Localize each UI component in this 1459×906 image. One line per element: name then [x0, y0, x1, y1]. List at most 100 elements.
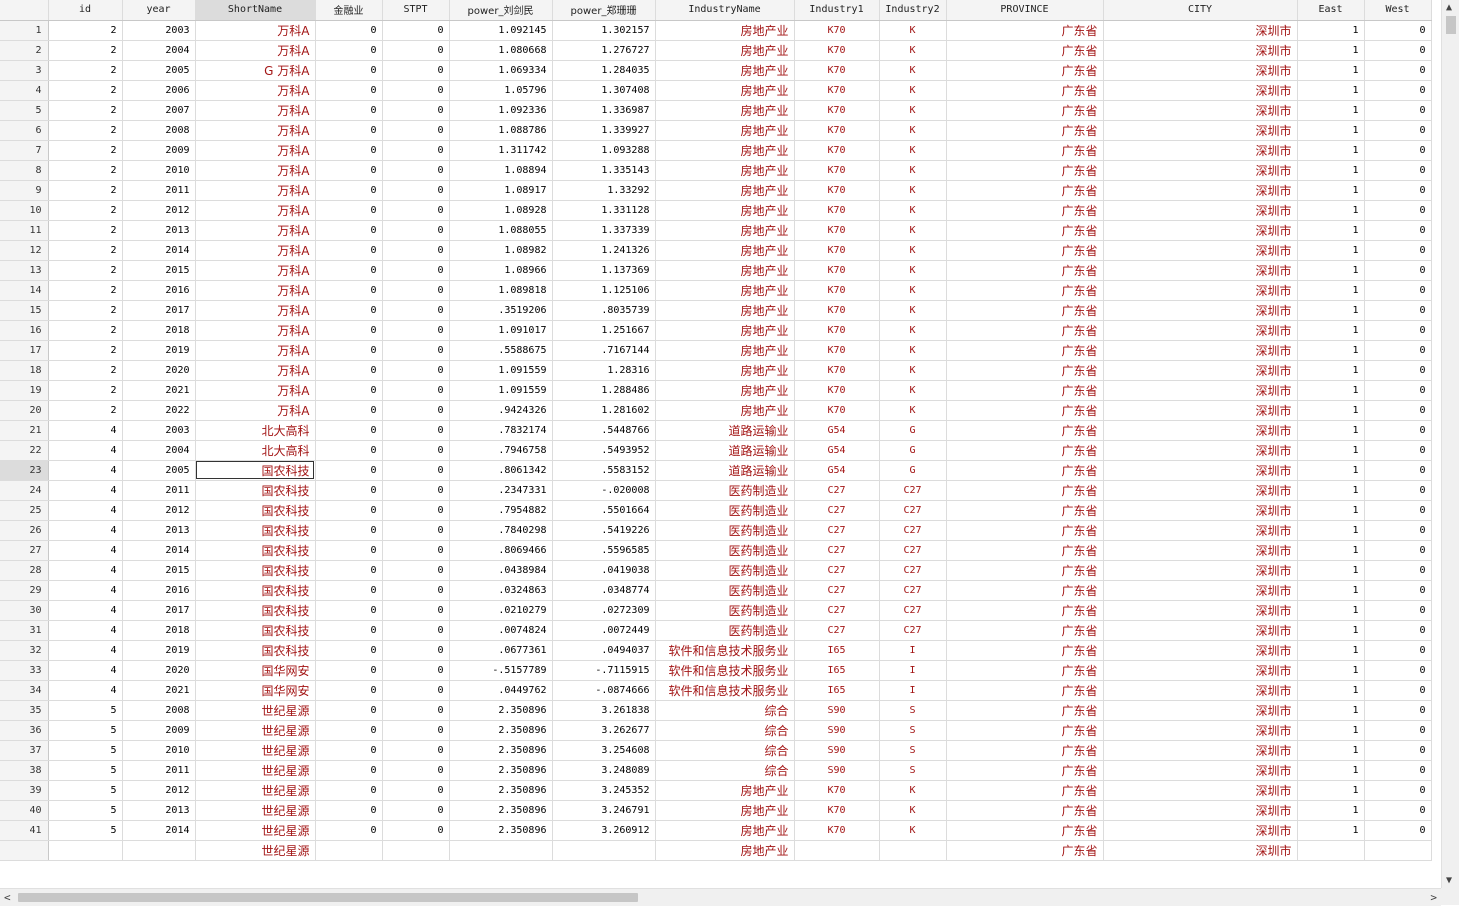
cell-Industry1[interactable]: K70: [794, 280, 880, 301]
cell-IndustryName[interactable]: 医药制造业: [655, 540, 795, 561]
cell-ShortName[interactable]: 世纪星源: [195, 780, 316, 801]
cell-East[interactable]: 1: [1297, 260, 1365, 281]
row-number[interactable]: 37: [0, 740, 49, 761]
cell-CITY[interactable]: 深圳市: [1103, 800, 1298, 821]
cell-id[interactable]: 4: [48, 440, 123, 461]
cell-year[interactable]: 2014: [122, 240, 196, 261]
cell-p1[interactable]: .3519206: [449, 300, 553, 321]
column-header-jry[interactable]: 金融业: [315, 0, 383, 21]
cell-STPT[interactable]: 0: [382, 440, 450, 461]
cell-ShortName[interactable]: 世纪星源: [195, 700, 316, 721]
cell-Industry2[interactable]: C27: [879, 600, 947, 621]
cell-East[interactable]: 1: [1297, 560, 1365, 581]
cell-CITY[interactable]: 深圳市: [1103, 700, 1298, 721]
cell-p1[interactable]: .8069466: [449, 540, 553, 561]
row-number[interactable]: 22: [0, 440, 49, 461]
cell-p2[interactable]: 1.335143: [552, 160, 656, 181]
cell-p1[interactable]: 2.350896: [449, 760, 553, 781]
cell-West[interactable]: 0: [1364, 40, 1432, 61]
cell-p2[interactable]: .0348774: [552, 580, 656, 601]
cell-p2[interactable]: 1.28316: [552, 360, 656, 381]
cell-p2[interactable]: 3.254608: [552, 740, 656, 761]
cell-Industry1[interactable]: I65: [794, 680, 880, 701]
cell-jry[interactable]: 0: [315, 580, 383, 601]
cell-IndustryName[interactable]: 医药制造业: [655, 560, 795, 581]
cell-year[interactable]: 2004: [122, 440, 196, 461]
cell-CITY[interactable]: 深圳市: [1103, 740, 1298, 761]
column-header-East[interactable]: East: [1297, 0, 1365, 21]
cell-p2[interactable]: [552, 840, 656, 861]
cell-Industry2[interactable]: K: [879, 300, 947, 321]
column-header-Industry2[interactable]: Industry2: [879, 0, 947, 21]
cell-Industry1[interactable]: K70: [794, 200, 880, 221]
cell-East[interactable]: 1: [1297, 240, 1365, 261]
cell-STPT[interactable]: 0: [382, 800, 450, 821]
cell-West[interactable]: 0: [1364, 360, 1432, 381]
cell-jry[interactable]: 0: [315, 820, 383, 841]
cell-p1[interactable]: 1.091559: [449, 380, 553, 401]
cell-year[interactable]: 2017: [122, 300, 196, 321]
cell-year[interactable]: 2016: [122, 280, 196, 301]
scroll-right-icon[interactable]: >: [1430, 891, 1437, 904]
cell-CITY[interactable]: 深圳市: [1103, 840, 1298, 861]
cell-IndustryName[interactable]: 房地产业: [655, 340, 795, 361]
cell-ShortName[interactable]: 世纪星源: [195, 840, 316, 861]
cell-id[interactable]: 2: [48, 100, 123, 121]
cell-STPT[interactable]: 0: [382, 640, 450, 661]
cell-p2[interactable]: 1.284035: [552, 60, 656, 81]
cell-East[interactable]: 1: [1297, 740, 1365, 761]
cell-year[interactable]: 2014: [122, 820, 196, 841]
cell-STPT[interactable]: 0: [382, 120, 450, 141]
cell-East[interactable]: 1: [1297, 380, 1365, 401]
cell-PROVINCE[interactable]: 广东省: [946, 300, 1104, 321]
row-number[interactable]: 10: [0, 200, 49, 221]
cell-ShortName[interactable]: 万科A: [195, 400, 316, 421]
cell-ShortName[interactable]: 世纪星源: [195, 740, 316, 761]
cell-PROVINCE[interactable]: 广东省: [946, 820, 1104, 841]
cell-p1[interactable]: -.5157789: [449, 660, 553, 681]
cell-STPT[interactable]: 0: [382, 160, 450, 181]
cell-PROVINCE[interactable]: 广东省: [946, 380, 1104, 401]
cell-CITY[interactable]: 深圳市: [1103, 460, 1298, 481]
cell-p2[interactable]: 3.262677: [552, 720, 656, 741]
cell-STPT[interactable]: 0: [382, 520, 450, 541]
cell-p2[interactable]: 1.137369: [552, 260, 656, 281]
cell-id[interactable]: 2: [48, 280, 123, 301]
cell-p2[interactable]: .5448766: [552, 420, 656, 441]
vertical-scrollbar[interactable]: ▲ ▼: [1441, 0, 1459, 888]
row-number[interactable]: 5: [0, 100, 49, 121]
cell-ShortName[interactable]: 国华网安: [195, 680, 316, 701]
cell-Industry1[interactable]: K70: [794, 340, 880, 361]
cell-jry[interactable]: 0: [315, 720, 383, 741]
cell-p2[interactable]: 1.281602: [552, 400, 656, 421]
cell-ShortName[interactable]: G 万科A: [195, 60, 316, 81]
cell-STPT[interactable]: 0: [382, 340, 450, 361]
cell-jry[interactable]: 0: [315, 200, 383, 221]
cell-year[interactable]: 2005: [122, 60, 196, 81]
cell-id[interactable]: 4: [48, 540, 123, 561]
cell-year[interactable]: 2019: [122, 640, 196, 661]
cell-Industry1[interactable]: K70: [794, 400, 880, 421]
cell-Industry2[interactable]: K: [879, 240, 947, 261]
cell-p1[interactable]: 1.08982: [449, 240, 553, 261]
cell-p1[interactable]: 2.350896: [449, 720, 553, 741]
row-number[interactable]: 19: [0, 380, 49, 401]
cell-ShortName[interactable]: 万科A: [195, 360, 316, 381]
cell-p2[interactable]: .5419226: [552, 520, 656, 541]
cell-p2[interactable]: 3.248089: [552, 760, 656, 781]
cell-CITY[interactable]: 深圳市: [1103, 120, 1298, 141]
cell-p1[interactable]: 1.088786: [449, 120, 553, 141]
row-number[interactable]: 23: [0, 460, 49, 481]
cell-p2[interactable]: 1.339927: [552, 120, 656, 141]
cell-jry[interactable]: 0: [315, 300, 383, 321]
cell-East[interactable]: 1: [1297, 540, 1365, 561]
cell-year[interactable]: [122, 840, 196, 861]
cell-PROVINCE[interactable]: 广东省: [946, 140, 1104, 161]
cell-jry[interactable]: 0: [315, 400, 383, 421]
cell-CITY[interactable]: 深圳市: [1103, 660, 1298, 681]
cell-id[interactable]: 2: [48, 220, 123, 241]
cell-PROVINCE[interactable]: 广东省: [946, 360, 1104, 381]
row-number[interactable]: 1: [0, 20, 49, 41]
cell-ShortName[interactable]: 世纪星源: [195, 800, 316, 821]
cell-Industry1[interactable]: K70: [794, 160, 880, 181]
